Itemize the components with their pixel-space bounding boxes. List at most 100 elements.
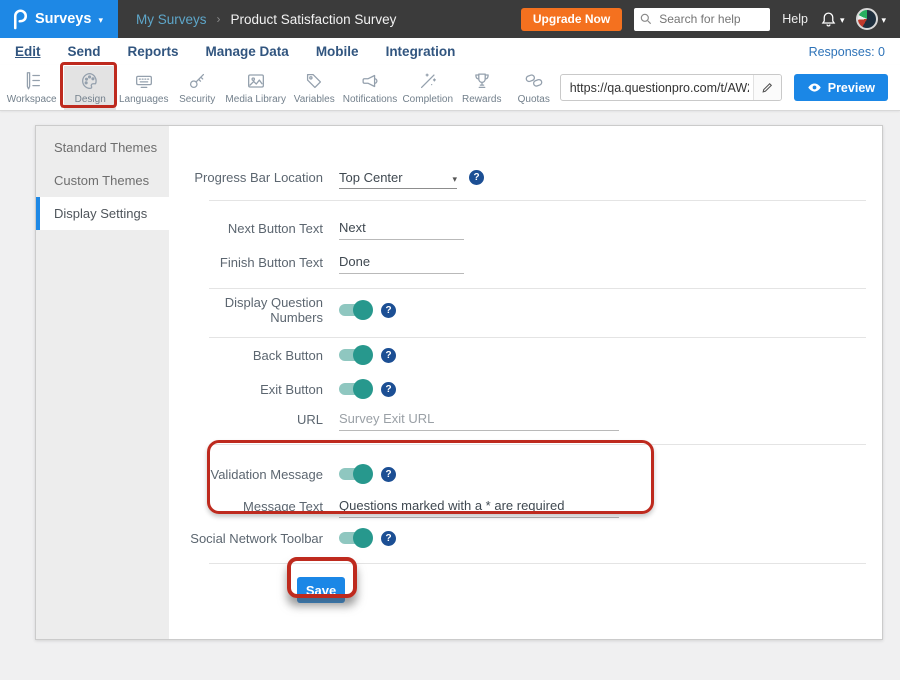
toolbar-right: Preview — [560, 74, 888, 101]
survey-url-input[interactable] — [561, 81, 753, 95]
exit-button-label: Exit Button — [169, 382, 323, 397]
section-divider — [209, 200, 866, 201]
help-search — [634, 8, 770, 31]
exit-url-label: URL — [169, 412, 323, 427]
links-icon — [523, 70, 545, 92]
design-sidebar: Standard Themes Custom Themes Display Se… — [36, 126, 169, 639]
finish-button-text-row: Finish Button Text — [169, 247, 882, 277]
back-button-label: Back Button — [169, 348, 323, 363]
sidebar-item-custom-themes[interactable]: Custom Themes — [36, 164, 169, 197]
display-settings-panel: Standard Themes Custom Themes Display Se… — [35, 125, 883, 640]
display-settings-form: Progress Bar Location Top Center ▾ ? Nex… — [169, 126, 882, 639]
exit-url-row: URL — [169, 404, 882, 434]
display-question-numbers-row: Display Question Numbers ? — [169, 295, 882, 325]
workspace-icon — [21, 70, 43, 92]
section-divider — [209, 288, 866, 289]
social-network-toolbar-row: Social Network Toolbar ? — [169, 523, 882, 553]
upgrade-now-button[interactable]: Upgrade Now — [521, 8, 622, 31]
toolbar-separator — [61, 68, 62, 108]
bell-icon — [820, 11, 837, 28]
megaphone-icon — [359, 70, 381, 92]
header-actions: Upgrade Now Help ▾ ▾ — [521, 8, 900, 31]
top-header: Surveys ▾ My Surveys › Product Satisfact… — [0, 0, 900, 38]
product-switcher[interactable]: Surveys ▾ — [0, 0, 118, 38]
progress-bar-location-select[interactable]: Top Center ▾ — [339, 165, 457, 189]
toolbar-item-languages[interactable]: Languages — [116, 66, 171, 110]
pencil-icon — [761, 81, 774, 94]
back-button-row: Back Button ? — [169, 340, 882, 370]
tab-reports[interactable]: Reports — [128, 44, 179, 59]
preview-button[interactable]: Preview — [794, 74, 888, 101]
help-link[interactable]: Help — [782, 12, 808, 26]
breadcrumb-my-surveys[interactable]: My Surveys — [136, 12, 207, 27]
toolbar-item-variables[interactable]: Variables — [288, 66, 340, 110]
back-button-toggle[interactable] — [339, 349, 369, 361]
app-window: Surveys ▾ My Surveys › Product Satisfact… — [0, 0, 900, 680]
validation-message-toggle[interactable] — [339, 468, 369, 480]
eye-icon — [807, 82, 822, 93]
next-button-text-label: Next Button Text — [169, 221, 323, 236]
tab-integration[interactable]: Integration — [386, 44, 456, 59]
help-icon[interactable]: ? — [381, 382, 396, 397]
key-icon — [186, 70, 208, 92]
chevron-down-icon: ▾ — [881, 15, 886, 26]
save-button[interactable]: Save — [297, 577, 345, 603]
product-name: Surveys — [35, 11, 91, 27]
toolbar-item-notifications[interactable]: Notifications — [340, 66, 400, 110]
finish-button-text-label: Finish Button Text — [169, 255, 323, 270]
social-network-toolbar-toggle[interactable] — [339, 532, 369, 544]
social-network-toolbar-label: Social Network Toolbar — [169, 531, 323, 546]
sidebar-item-standard-themes[interactable]: Standard Themes — [36, 131, 169, 164]
help-search-input[interactable] — [634, 8, 770, 31]
wand-icon — [417, 70, 439, 92]
nav-tabs: Edit Send Reports Manage Data Mobile Int… — [15, 44, 455, 59]
help-icon[interactable]: ? — [381, 303, 396, 318]
toolbar-item-quotas[interactable]: Quotas — [508, 66, 560, 110]
toolbar-item-design[interactable]: Design — [64, 66, 116, 110]
chevron-down-icon: ▾ — [840, 15, 845, 26]
progress-bar-location-row: Progress Bar Location Top Center ▾ ? — [169, 162, 882, 192]
toolbar-item-completion[interactable]: Completion — [400, 66, 456, 110]
image-icon — [245, 70, 267, 92]
breadcrumb: My Surveys › Product Satisfaction Survey — [136, 12, 396, 27]
help-icon[interactable]: ? — [381, 531, 396, 546]
edit-url-button[interactable] — [753, 74, 781, 101]
account-menu[interactable]: ▾ — [856, 8, 886, 30]
validation-message-row: Validation Message ? — [169, 459, 882, 489]
tab-manage-data[interactable]: Manage Data — [206, 44, 289, 59]
sidebar-item-display-settings[interactable]: Display Settings — [36, 197, 169, 230]
finish-button-text-input[interactable] — [339, 250, 464, 274]
next-button-text-input[interactable] — [339, 216, 464, 240]
tab-mobile[interactable]: Mobile — [316, 44, 359, 59]
search-icon — [639, 12, 653, 26]
message-text-input[interactable] — [339, 494, 619, 518]
tag-icon — [303, 70, 325, 92]
toolbar-item-security[interactable]: Security — [171, 66, 223, 110]
display-question-numbers-toggle[interactable] — [339, 304, 369, 316]
chevron-down-icon: ▾ — [452, 174, 457, 185]
tab-send[interactable]: Send — [68, 44, 101, 59]
palette-icon — [79, 70, 101, 92]
keyboard-icon — [133, 70, 155, 92]
edit-toolbar: Workspace Design Languages Security Medi… — [0, 65, 900, 111]
section-divider — [209, 563, 866, 564]
exit-button-toggle[interactable] — [339, 383, 369, 395]
help-icon[interactable]: ? — [381, 467, 396, 482]
toolbar-item-workspace[interactable]: Workspace — [4, 66, 59, 110]
exit-url-input[interactable] — [339, 407, 619, 431]
help-icon[interactable]: ? — [469, 170, 484, 185]
help-icon[interactable]: ? — [381, 348, 396, 363]
next-button-text-row: Next Button Text — [169, 213, 882, 243]
notifications-menu[interactable]: ▾ — [820, 11, 845, 28]
trophy-icon — [471, 70, 493, 92]
questionpro-logo-icon — [10, 8, 28, 30]
survey-nav: Edit Send Reports Manage Data Mobile Int… — [0, 38, 900, 65]
toolbar-item-rewards[interactable]: Rewards — [456, 66, 508, 110]
section-divider — [209, 337, 866, 338]
responses-count[interactable]: Responses: 0 — [809, 45, 885, 59]
progress-bar-location-label: Progress Bar Location — [169, 170, 323, 185]
toolbar-item-media-library[interactable]: Media Library — [223, 66, 288, 110]
validation-message-label: Validation Message — [169, 467, 323, 482]
message-text-row: Message Text — [169, 491, 882, 521]
tab-edit[interactable]: Edit — [15, 44, 41, 59]
